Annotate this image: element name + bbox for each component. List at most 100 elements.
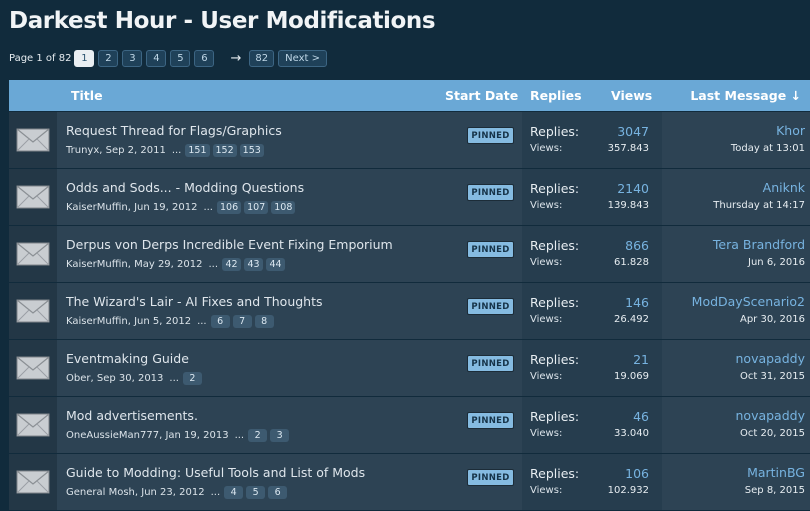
thread-author[interactable]: Trunyx: [66, 145, 99, 156]
thread-icon-cell: [9, 226, 57, 282]
next-page-button[interactable]: Next >: [278, 49, 327, 67]
thread-icon-cell: [9, 397, 57, 453]
thread-author[interactable]: General Mosh: [66, 487, 135, 498]
thread-stats: Replies: 3047 Views: 357.843: [522, 112, 662, 168]
thread-page-link[interactable]: 4: [224, 485, 244, 499]
last-message-user[interactable]: MartinBG: [747, 465, 805, 480]
thread-page-link[interactable]: 153: [239, 143, 264, 157]
thread-start-date: Jun 5, 2012: [134, 315, 192, 327]
thread-page-link[interactable]: 5: [246, 485, 266, 499]
page-link-2[interactable]: 2: [98, 49, 119, 67]
column-title[interactable]: Title: [71, 88, 103, 103]
last-message-user[interactable]: novapaddy: [736, 351, 806, 366]
thread-icon-cell: [9, 454, 57, 510]
thread-row: Odds and Sods... - Modding Questions Kais…: [9, 169, 810, 226]
thread-title-link[interactable]: Eventmaking Guide: [66, 351, 189, 366]
last-message-user[interactable]: Tera Brandford: [713, 237, 805, 252]
last-message-date[interactable]: Sep 8, 2015: [745, 485, 805, 496]
thread-stats: Replies: 146 Views: 26.492: [522, 283, 662, 339]
thread-icon-cell: [9, 283, 57, 339]
thread-row: Mod advertisements. OneAussieMan777, Jan …: [9, 397, 810, 454]
replies-count[interactable]: 3047: [617, 124, 649, 139]
column-start-date[interactable]: Start Date: [445, 88, 518, 103]
thread-meta: Ober, Sep 30, 2013... 2: [66, 371, 205, 385]
thread-page-link[interactable]: 151: [185, 143, 210, 157]
thread-page-link[interactable]: 43: [244, 257, 264, 271]
thread-start-date: Sep 30, 2013: [96, 372, 164, 384]
pinned-badge: PINNED: [467, 412, 514, 429]
thread-title-link[interactable]: Guide to Modding: Useful Tools and List …: [66, 465, 365, 480]
page-link-3[interactable]: 3: [122, 49, 143, 67]
thread-author[interactable]: KaiserMuffin: [66, 259, 128, 270]
replies-count[interactable]: 866: [625, 238, 649, 253]
thread-icon-cell: [9, 112, 57, 168]
last-message-user[interactable]: Khor: [776, 123, 805, 138]
thread-title-link[interactable]: Derpus von Derps Incredible Event Fixing…: [66, 237, 393, 252]
replies-count[interactable]: 106: [625, 466, 649, 481]
column-replies[interactable]: Replies: [530, 88, 582, 103]
thread-title-link[interactable]: The Wizard's Lair - AI Fixes and Thought…: [66, 294, 323, 309]
thread-page-link[interactable]: 6: [210, 314, 230, 328]
replies-label: Replies:: [530, 466, 580, 481]
thread-author[interactable]: KaiserMuffin: [66, 316, 128, 327]
page-skip-arrow-icon[interactable]: →: [230, 51, 241, 66]
thread-page-link[interactable]: 3: [270, 428, 290, 442]
thread-author[interactable]: OneAussieMan777: [66, 430, 159, 441]
page-link-1[interactable]: 1: [74, 49, 95, 67]
thread-page-link[interactable]: 6: [268, 485, 288, 499]
thread-author[interactable]: Ober: [66, 373, 90, 384]
thread-title-link[interactable]: Odds and Sods... - Modding Questions: [66, 180, 304, 195]
thread-page-link[interactable]: 108: [271, 200, 296, 214]
views-count: 33.040: [614, 428, 649, 439]
replies-count[interactable]: 46: [633, 409, 649, 424]
column-views[interactable]: Views: [611, 88, 652, 103]
last-message-date[interactable]: Today at 13:01: [731, 143, 805, 154]
thread-page-link[interactable]: 106: [216, 200, 242, 214]
replies-label: Replies:: [530, 238, 580, 253]
thread-page-link[interactable]: 7: [232, 314, 252, 328]
last-message-user[interactable]: Aniknk: [763, 180, 805, 195]
last-message-date[interactable]: Oct 20, 2015: [740, 428, 805, 439]
last-message-date[interactable]: Thursday at 14:17: [713, 200, 805, 211]
last-message-user[interactable]: ModDayScenario2: [692, 294, 805, 309]
column-last-message[interactable]: Last Message ↓: [690, 88, 801, 103]
views-count: 26.492: [614, 314, 649, 325]
thread-page-link[interactable]: 2: [182, 371, 202, 385]
views-label: Views:: [530, 371, 563, 382]
last-message-date[interactable]: Jun 6, 2016: [748, 257, 805, 268]
page-link-6[interactable]: 6: [194, 49, 215, 67]
thread-start-date: Jun 19, 2012: [134, 201, 198, 213]
envelope-icon: [16, 127, 50, 153]
replies-count[interactable]: 21: [633, 352, 649, 367]
pinned-badge: PINNED: [467, 127, 514, 144]
views-label: Views:: [530, 314, 563, 325]
page-link-4[interactable]: 4: [146, 49, 167, 67]
replies-label: Replies:: [530, 181, 580, 196]
views-label: Views:: [530, 257, 563, 268]
thread-start-date: Jun 23, 2012: [141, 486, 205, 498]
thread-row: Request Thread for Flags/Graphics Trunyx,…: [9, 112, 810, 169]
last-message-date[interactable]: Oct 31, 2015: [740, 371, 805, 382]
thread-title-link[interactable]: Mod advertisements.: [66, 408, 198, 423]
replies-count[interactable]: 146: [625, 295, 649, 310]
views-label: Views:: [530, 485, 563, 496]
pinned-badge: PINNED: [467, 469, 514, 486]
last-message-user[interactable]: novapaddy: [736, 408, 806, 423]
thread-page-link[interactable]: 42: [222, 257, 242, 271]
page-link-last[interactable]: 82: [249, 49, 275, 67]
thread-title-link[interactable]: Request Thread for Flags/Graphics: [66, 123, 282, 138]
replies-label: Replies:: [530, 409, 580, 424]
thread-page-ellipsis: ...: [203, 201, 213, 213]
thread-page-link[interactable]: 152: [212, 143, 237, 157]
views-count: 102.932: [607, 485, 649, 496]
thread-page-link[interactable]: 8: [254, 314, 274, 328]
thread-page-link[interactable]: 44: [266, 257, 286, 271]
thread-author[interactable]: KaiserMuffin: [66, 202, 128, 213]
thread-stats: Replies: 46 Views: 33.040: [522, 397, 662, 453]
replies-count[interactable]: 2140: [617, 181, 649, 196]
thread-page-link[interactable]: 107: [244, 200, 269, 214]
page-link-5[interactable]: 5: [170, 49, 191, 67]
thread-page-link[interactable]: 2: [248, 428, 268, 442]
last-message-date[interactable]: Apr 30, 2016: [740, 314, 805, 325]
thread-meta: Trunyx, Sep 2, 2011... 151 152 153: [66, 143, 267, 157]
